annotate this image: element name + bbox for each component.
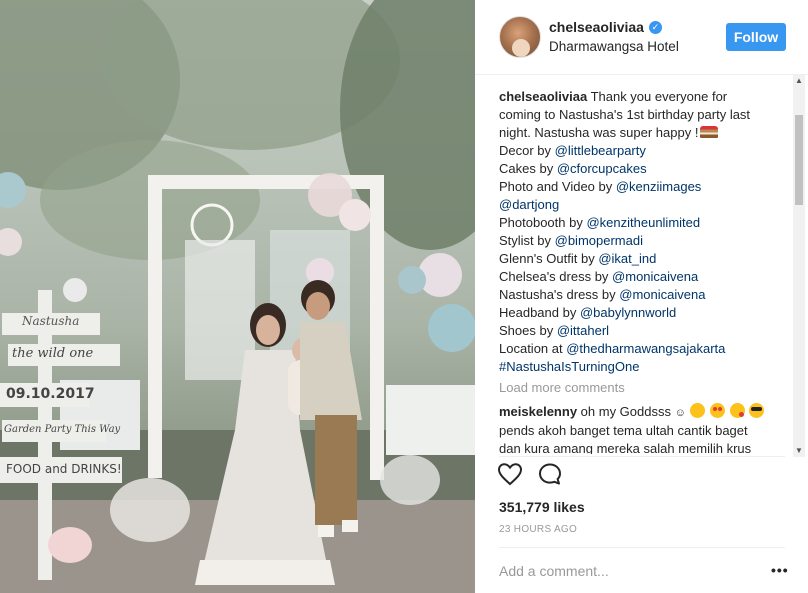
likes-count[interactable]: 351,779 likes — [499, 499, 585, 515]
caption-text-line1: Thank you everyone for — [590, 89, 728, 104]
location-link[interactable]: Dharmawangsa Hotel — [549, 39, 679, 54]
action-bar — [497, 462, 563, 486]
post-side-panel: chelseaoliviaa ✓ Dharmawangsa Hotel Foll… — [475, 0, 808, 593]
header-username[interactable]: chelseaoliviaa — [549, 19, 644, 35]
sign-garden-party: Garden Party This Way — [4, 424, 121, 435]
sign-food-and-drinks: FOOD and DRINKS! — [6, 462, 122, 476]
follow-button[interactable]: Follow — [726, 23, 786, 51]
scroll-up-arrow-icon[interactable]: ▲ — [793, 75, 805, 87]
caption-credit-line: Headband by @babylynnworld — [499, 304, 789, 322]
mention-link[interactable]: @dartjong — [499, 197, 559, 212]
grin-emoji-icon — [690, 403, 706, 418]
mention-link[interactable]: @monicaivena — [619, 287, 705, 302]
sign-nastusha: Nastusha — [22, 314, 80, 328]
caption-credit-line: Glenn's Outfit by @ikat_ind — [499, 250, 789, 268]
scroll-down-arrow-icon[interactable]: ▼ — [793, 445, 805, 457]
mention-link[interactable]: @thedharmawangsajakarta — [566, 341, 725, 356]
photo-illustration — [0, 0, 475, 593]
comment-icon[interactable] — [537, 462, 563, 486]
verified-badge-icon: ✓ — [648, 20, 662, 34]
post-timestamp[interactable]: 23 HOURS AGO — [499, 524, 577, 535]
caption-text-line2: coming to Nastusha's 1st birthday party … — [499, 107, 751, 122]
caption-credit-line: Chelsea's dress by @monicaivena — [499, 268, 789, 286]
add-comment-input[interactable]: Add a comment... — [499, 563, 609, 579]
mention-link[interactable]: @babylynnworld — [580, 305, 676, 320]
comment-text-line1: oh my Goddsss — [580, 404, 671, 419]
caption-credit-line: Stylist by @bimopermadi — [499, 232, 789, 250]
hashtag-link[interactable]: #NastushaIsTurningOne — [499, 359, 639, 374]
credit-prefix: Cakes by — [499, 161, 557, 176]
comments-area[interactable]: chelseaoliviaa Thank you everyone for co… — [499, 88, 789, 454]
caption-credit-line: Nastusha's dress by @monicaivena — [499, 286, 789, 304]
credit-prefix: Photo and Video by — [499, 179, 616, 194]
divider — [499, 547, 785, 548]
credit-prefix: Headband by — [499, 305, 580, 320]
load-more-comments-button[interactable]: Load more comments — [499, 379, 789, 397]
caption-credit-line: Cakes by @cforcupcakes — [499, 160, 789, 178]
caption-text-line3: night. Nastusha was super happy ! — [499, 124, 789, 142]
mention-link[interactable]: @ikat_ind — [598, 251, 656, 266]
comment-username[interactable]: meiskelenny — [499, 404, 577, 419]
caption-credit-line: Decor by @littlebearparty — [499, 142, 789, 160]
mention-link[interactable]: @littlebearparty — [555, 143, 646, 158]
credit-prefix: Chelsea's dress by — [499, 269, 613, 284]
sign-the-wild-one: the wild one — [12, 346, 94, 361]
kiss-emoji-icon — [729, 403, 745, 418]
mention-link[interactable]: @bimopermadi — [555, 233, 643, 248]
mention-link[interactable]: @ittaherl — [557, 323, 609, 338]
post-header: chelseaoliviaa ✓ Dharmawangsa Hotel Foll… — [475, 0, 808, 75]
caption-credit-line: Shoes by @ittaherl — [499, 322, 789, 340]
credit-prefix: Shoes by — [499, 323, 557, 338]
credit-prefix: Glenn's Outfit by — [499, 251, 599, 266]
caption-credit-line: @dartjong — [499, 196, 789, 214]
credit-prefix: Photobooth by — [499, 215, 587, 230]
caption-credit-line: Location at @thedharmawangsajakarta — [499, 340, 789, 358]
username-line: chelseaoliviaa ✓ — [549, 19, 662, 35]
mention-link[interactable]: @kenzitheunlimited — [586, 215, 700, 230]
avatar[interactable] — [499, 16, 541, 58]
credit-prefix: Decor by — [499, 143, 555, 158]
comment-text-line3: dan kura amang mereka salah memilih krus — [499, 441, 752, 454]
credit-prefix: Stylist by — [499, 233, 555, 248]
comment-item: meiskelenny oh my Goddsss ☺ pends akoh b… — [499, 403, 789, 454]
scroll-thumb[interactable] — [795, 115, 803, 205]
mention-link[interactable]: @cforcupcakes — [557, 161, 647, 176]
caption-credits: Decor by @littlebearparty Cakes by @cforc… — [499, 142, 789, 376]
caption-credit-line: Photobooth by @kenzitheunlimited — [499, 214, 789, 232]
heart-eyes-emoji-icon — [710, 403, 726, 418]
caption: chelseaoliviaa Thank you everyone for co… — [499, 88, 789, 376]
cake-emoji-icon — [700, 126, 719, 138]
credit-prefix: Nastusha's dress by — [499, 287, 620, 302]
divider — [499, 456, 785, 457]
mention-link[interactable]: @monicaivena — [612, 269, 698, 284]
post-photo[interactable]: Nastusha the wild one 09.10.2017 Garden … — [0, 0, 475, 593]
mention-link[interactable]: @kenziimages — [616, 179, 701, 194]
smile-emoji-icon: ☺ — [674, 407, 686, 419]
credit-prefix: Location at — [499, 341, 567, 356]
comments-scrollbar[interactable]: ▲ ▼ — [793, 75, 805, 457]
caption-username[interactable]: chelseaoliviaa — [499, 89, 587, 104]
caption-credit-line: #NastushaIsTurningOne — [499, 358, 789, 376]
more-options-icon[interactable]: ••• — [771, 562, 789, 578]
heart-icon[interactable] — [497, 462, 523, 486]
sign-date: 09.10.2017 — [6, 386, 95, 402]
caption-credit-line: Photo and Video by @kenziimages — [499, 178, 789, 196]
comment-text-line2: pends akoh banget tema ultah cantik bage… — [499, 423, 748, 438]
sunglasses-emoji-icon — [749, 403, 765, 418]
